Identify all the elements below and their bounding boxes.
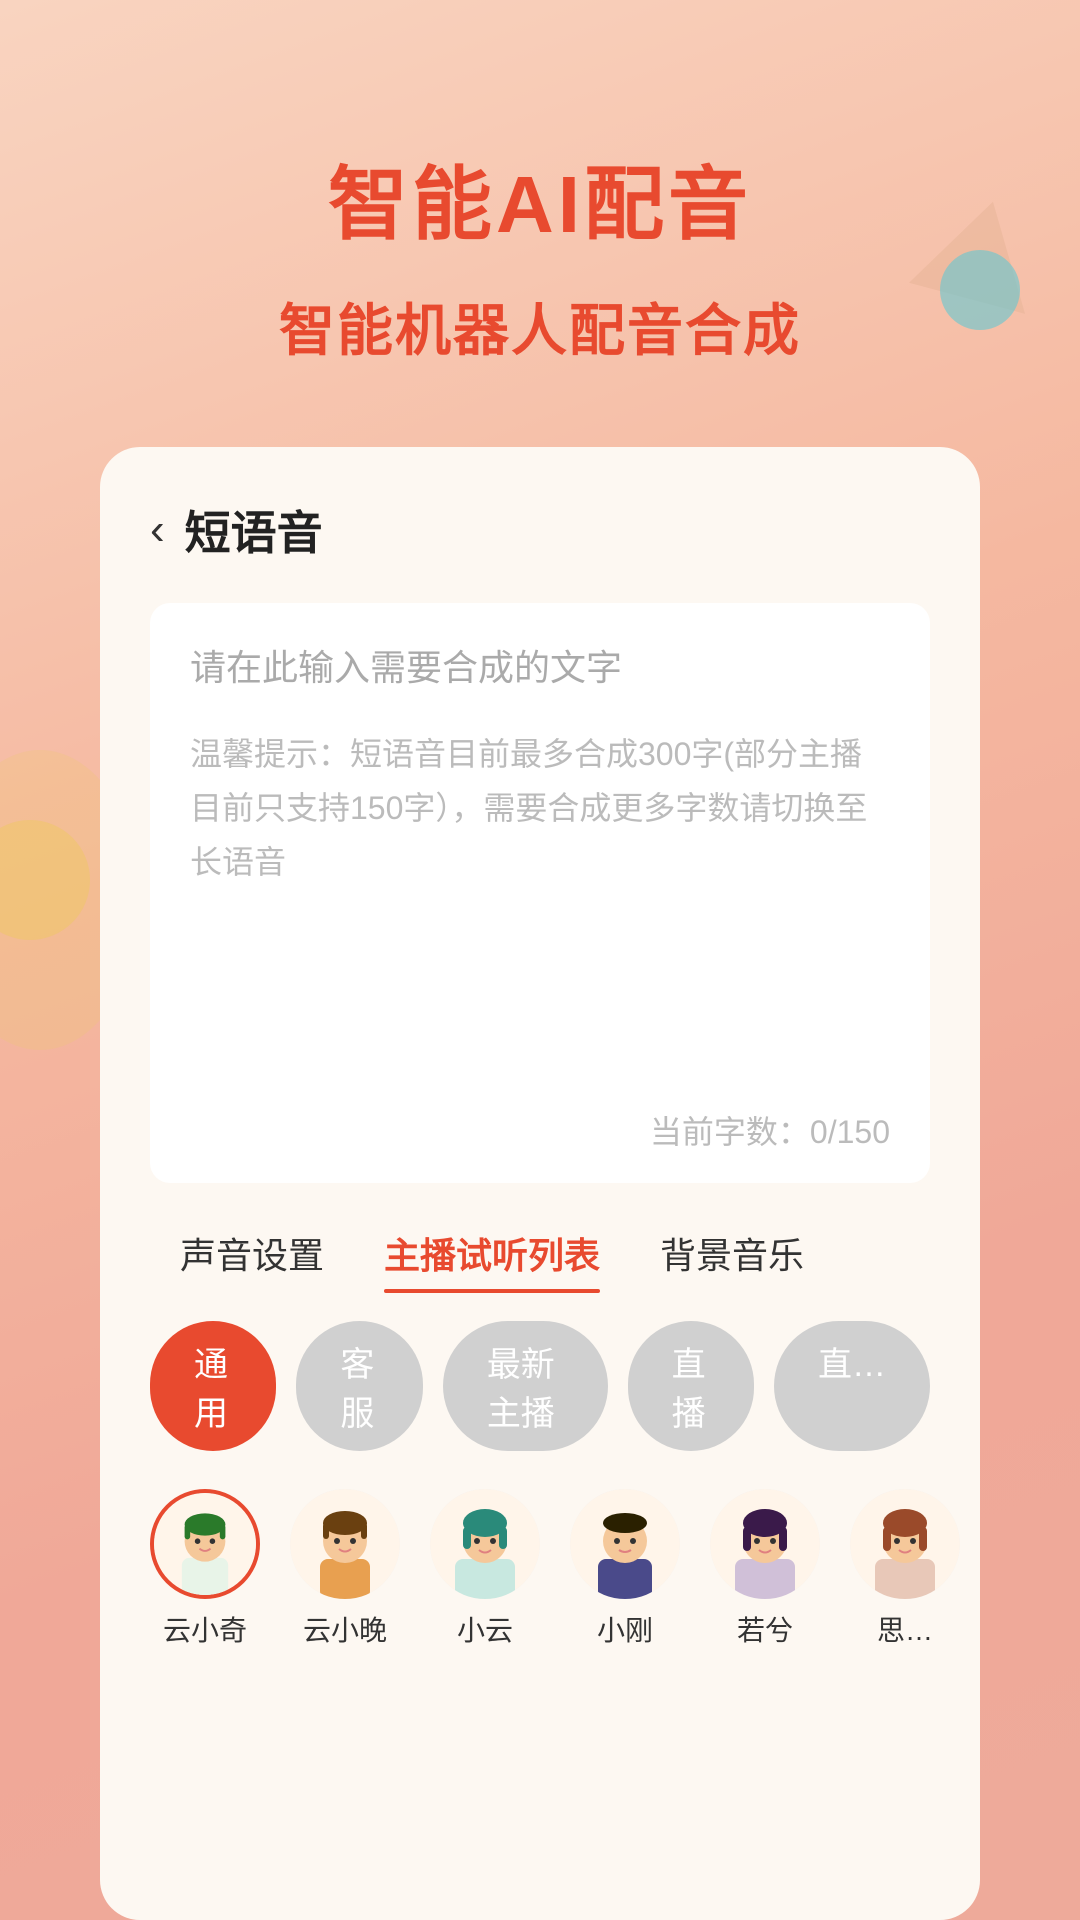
pill-customer-service[interactable]: 客服 xyxy=(296,1321,422,1451)
category-pills: 通用 客服 最新主播 直播 直… xyxy=(100,1293,980,1479)
avatar-si-image xyxy=(850,1489,960,1599)
input-hint: 温馨提示：短语音目前最多合成300字(部分主播目前只支持150字），需要合成更多… xyxy=(190,727,890,890)
sub-title: 智能机器人配音合成 xyxy=(279,286,801,367)
avatar-si[interactable]: 思… xyxy=(850,1489,960,1649)
avatar-xiaoyun-label: 小云 xyxy=(457,1609,513,1649)
avatar-xiaogang[interactable]: 小刚 xyxy=(570,1489,680,1649)
avatar-yunxiaoqi-label: 云小奇 xyxy=(163,1609,247,1649)
avatar-ruoxi-label: 若兮 xyxy=(737,1609,793,1649)
tab-anchor-list[interactable]: 主播试听列表 xyxy=(354,1213,630,1293)
card-header: ‹ 短语音 xyxy=(100,497,980,563)
avatar-yunxiaoqi-image xyxy=(150,1489,260,1599)
pill-general[interactable]: 通用 xyxy=(150,1321,276,1451)
text-input-area[interactable]: 请在此输入需要合成的文字 温馨提示：短语音目前最多合成300字(部分主播目前只支… xyxy=(150,603,930,1183)
avatar-yunxiaoqi[interactable]: 云小奇 xyxy=(150,1489,260,1649)
avatar-xiaoyun[interactable]: 小云 xyxy=(430,1489,540,1649)
avatar-si-label: 思… xyxy=(877,1609,933,1649)
avatar-xiaoyun-image xyxy=(430,1489,540,1599)
tab-bg-music[interactable]: 背景音乐 xyxy=(630,1213,834,1293)
avatar-ruoxi[interactable]: 若兮 xyxy=(710,1489,820,1649)
page-content: 智能AI配音 智能机器人配音合成 ‹ 短语音 请在此输入需要合成的文字 温馨提示… xyxy=(0,0,1080,1920)
main-title: 智能AI配音 xyxy=(328,140,752,256)
avatars-row: 云小奇 云小晚 xyxy=(100,1479,980,1669)
card-title: 短语音 xyxy=(185,497,323,563)
avatar-yunxiaowan-label: 云小晚 xyxy=(303,1609,387,1649)
avatar-ruoxi-image xyxy=(710,1489,820,1599)
tabs-row: 声音设置 主播试听列表 背景音乐 xyxy=(100,1183,980,1293)
tab-sound-settings[interactable]: 声音设置 xyxy=(150,1213,354,1293)
avatar-xiaogang-label: 小刚 xyxy=(597,1609,653,1649)
input-placeholder: 请在此输入需要合成的文字 xyxy=(190,639,890,697)
main-card: ‹ 短语音 请在此输入需要合成的文字 温馨提示：短语音目前最多合成300字(部分… xyxy=(100,447,980,1920)
pill-more[interactable]: 直… xyxy=(774,1321,930,1451)
avatar-xiaogang-image xyxy=(570,1489,680,1599)
char-count: 当前字数：0/150 xyxy=(650,1107,890,1153)
avatar-yunxiaowan-image xyxy=(290,1489,400,1599)
back-button[interactable]: ‹ xyxy=(150,505,165,555)
pill-newest[interactable]: 最新主播 xyxy=(443,1321,608,1451)
pill-live[interactable]: 直播 xyxy=(628,1321,754,1451)
avatar-yunxiaowan[interactable]: 云小晚 xyxy=(290,1489,400,1649)
